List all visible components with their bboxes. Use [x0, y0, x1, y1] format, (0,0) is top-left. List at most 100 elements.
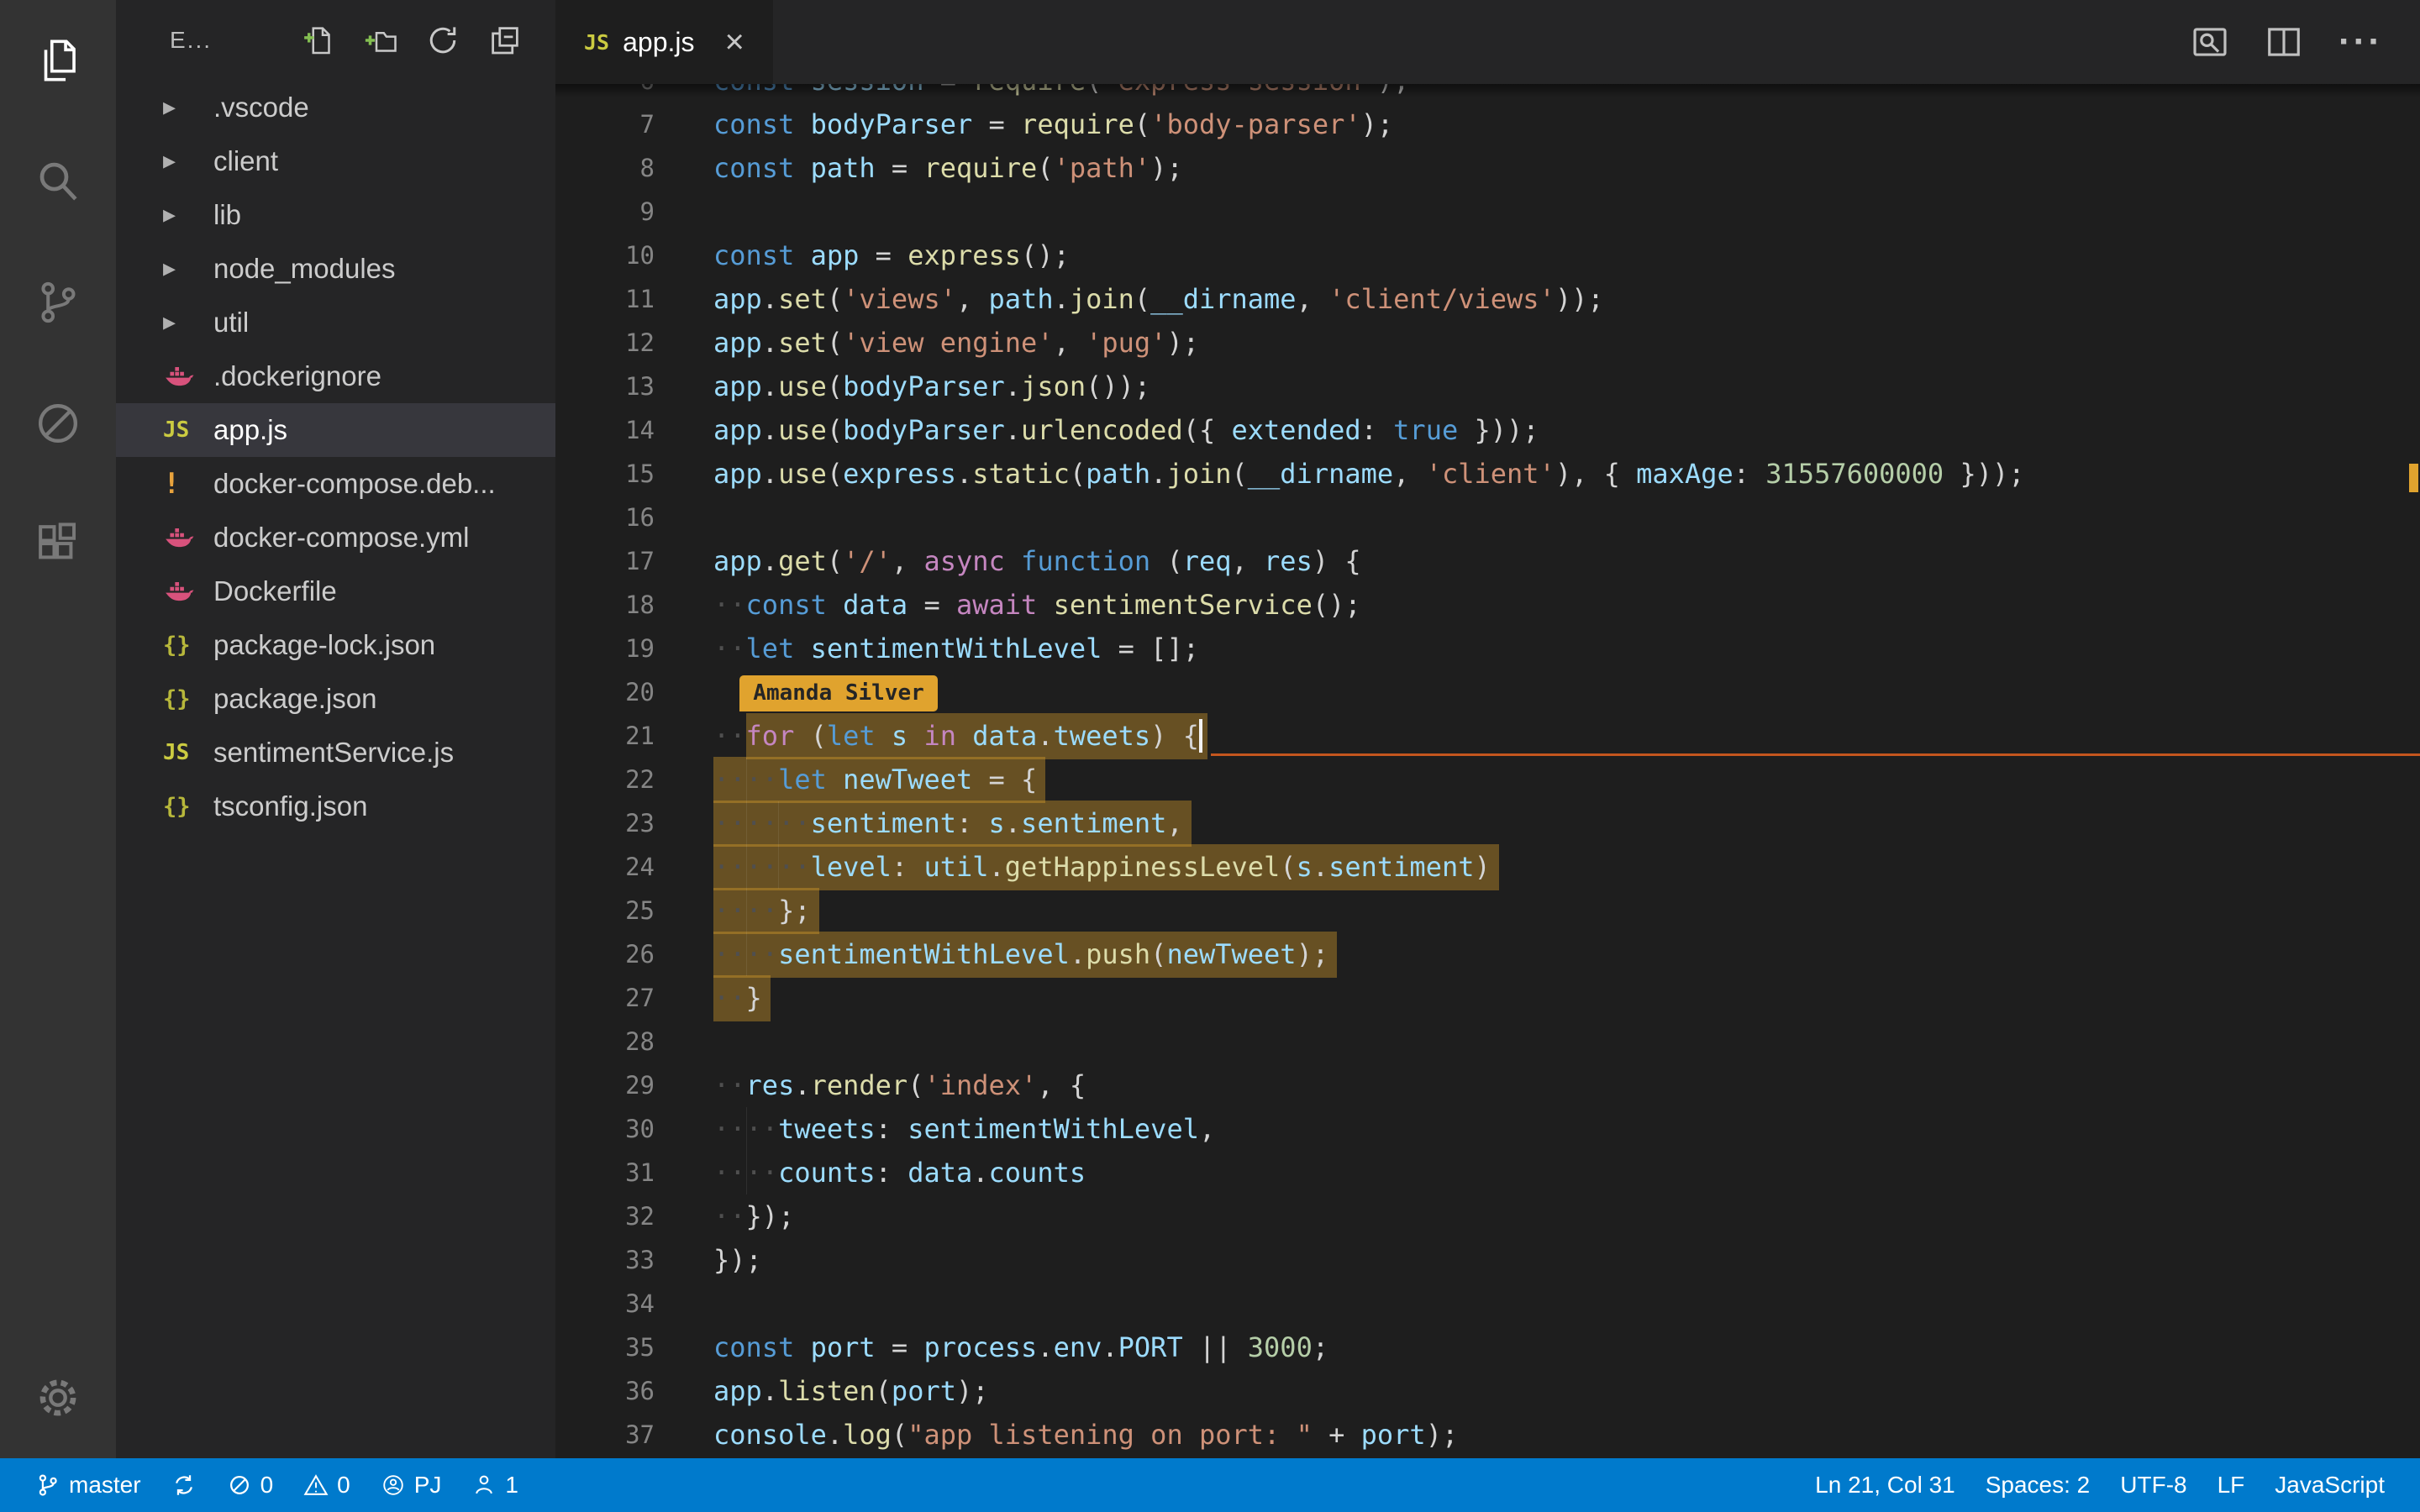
- line-number[interactable]: 9: [555, 190, 655, 234]
- status-warnings[interactable]: 0: [288, 1458, 366, 1512]
- code-token: ) {: [1150, 720, 1199, 752]
- sidebar-header: E...: [116, 0, 555, 81]
- line-number[interactable]: 14: [555, 408, 655, 452]
- activity-bar-item-extensions[interactable]: [0, 484, 116, 605]
- new-folder-icon: [364, 24, 397, 57]
- status-language[interactable]: JavaScript: [2260, 1458, 2400, 1512]
- collapse-folders-button[interactable]: [488, 24, 522, 57]
- line-number[interactable]: 31: [555, 1151, 655, 1194]
- line-number[interactable]: 37: [555, 1413, 655, 1457]
- new-file-button[interactable]: [302, 24, 335, 57]
- tree-item-node_modules[interactable]: ▸node_modules: [116, 242, 555, 296]
- line-number[interactable]: 21: [555, 714, 655, 758]
- more-actions-button[interactable]: ···: [2338, 24, 2383, 60]
- code-token: const: [713, 84, 794, 97]
- status-eol[interactable]: LF: [2202, 1458, 2260, 1512]
- tree-item-client[interactable]: ▸client: [116, 134, 555, 188]
- open-preview-button[interactable]: [2191, 23, 2229, 61]
- cursor-caret: [1199, 719, 1202, 753]
- tree-item-docker-compose.yml[interactable]: docker-compose.yml: [116, 511, 555, 564]
- line-number[interactable]: 29: [555, 1063, 655, 1107]
- tree-item-tsconfig.json[interactable]: {}tsconfig.json: [116, 780, 555, 833]
- line-number[interactable]: 36: [555, 1369, 655, 1413]
- line-number[interactable]: 7: [555, 102, 655, 146]
- line-number[interactable]: 17: [555, 539, 655, 583]
- debug-icon: [34, 399, 82, 448]
- code-line-33: 33});: [555, 1238, 2420, 1282]
- line-number[interactable]: 6: [555, 84, 655, 102]
- code-token: [1037, 589, 1053, 621]
- line-number[interactable]: 28: [555, 1020, 655, 1063]
- code-token: (: [1070, 458, 1086, 490]
- activity-bar-item-search[interactable]: [0, 121, 116, 242]
- tree-item-.dockerignore[interactable]: .dockerignore: [116, 349, 555, 403]
- code-line-22: 22····let newTweet = {: [555, 758, 2420, 801]
- refresh-explorer-button[interactable]: [426, 24, 460, 57]
- line-number[interactable]: 12: [555, 321, 655, 365]
- code-token: [794, 1331, 810, 1363]
- line-number[interactable]: 10: [555, 234, 655, 277]
- line-number[interactable]: 35: [555, 1326, 655, 1369]
- close-tab-icon[interactable]: ×: [725, 25, 744, 59]
- code-token: (: [1150, 938, 1166, 970]
- tree-item-sentimentservice.js[interactable]: JSsentimentService.js: [116, 726, 555, 780]
- status-cursor-position[interactable]: Ln 21, Col 31: [1800, 1458, 1970, 1512]
- line-number[interactable]: 15: [555, 452, 655, 496]
- tree-item-.vscode[interactable]: ▸.vscode: [116, 81, 555, 134]
- status-errors-label: 0: [260, 1472, 274, 1499]
- code-token: ||: [1183, 1331, 1248, 1363]
- line-number[interactable]: 23: [555, 801, 655, 845]
- line-number[interactable]: 32: [555, 1194, 655, 1238]
- status-errors[interactable]: 0: [212, 1458, 289, 1512]
- activity-bar-item-source-control[interactable]: [0, 242, 116, 363]
- status-git-branch[interactable]: master: [20, 1458, 156, 1512]
- participant-icon: [471, 1473, 497, 1498]
- code-token: ··: [713, 633, 746, 664]
- tree-item-label: docker-compose.deb...: [213, 468, 496, 500]
- line-number[interactable]: 34: [555, 1282, 655, 1326]
- status-encoding[interactable]: UTF-8: [2105, 1458, 2202, 1512]
- line-number[interactable]: 26: [555, 932, 655, 976]
- line-number[interactable]: 30: [555, 1107, 655, 1151]
- tree-item-package.json[interactable]: {}package.json: [116, 672, 555, 726]
- line-number[interactable]: 33: [555, 1238, 655, 1282]
- code-token: ,: [956, 283, 989, 315]
- code-token: express: [843, 458, 956, 490]
- tree-item-util[interactable]: ▸util: [116, 296, 555, 349]
- activity-bar-item-debug[interactable]: [0, 363, 116, 484]
- activity-bar-item-settings[interactable]: [0, 1337, 116, 1458]
- status-participants[interactable]: 1: [456, 1458, 534, 1512]
- tree-item-dockerfile[interactable]: Dockerfile: [116, 564, 555, 618]
- line-number[interactable]: 20: [555, 670, 655, 714]
- tree-item-package-lock.json[interactable]: {}package-lock.json: [116, 618, 555, 672]
- code-token: (: [876, 1375, 892, 1407]
- status-sync[interactable]: [156, 1458, 212, 1512]
- tab-app-js[interactable]: JS app.js ×: [555, 0, 773, 84]
- line-number[interactable]: 22: [555, 758, 655, 801]
- code-line-15: 15app.use(express.static(path.join(__dir…: [555, 452, 2420, 496]
- line-number[interactable]: 11: [555, 277, 655, 321]
- code-token: :: [892, 851, 924, 883]
- line-number[interactable]: 25: [555, 889, 655, 932]
- line-number[interactable]: 8: [555, 146, 655, 190]
- status-indentation[interactable]: Spaces: 2: [1970, 1458, 2106, 1512]
- new-folder-button[interactable]: [364, 24, 397, 57]
- line-content: app.get('/', async function (req, res) {: [713, 539, 2420, 583]
- tree-item-docker-compose.deb...[interactable]: !docker-compose.deb...: [116, 457, 555, 511]
- activity-bar-item-explorer[interactable]: [0, 0, 116, 121]
- code-token: ··: [713, 1069, 746, 1101]
- line-number[interactable]: 13: [555, 365, 655, 408]
- line-number[interactable]: 24: [555, 845, 655, 889]
- line-number[interactable]: 18: [555, 583, 655, 627]
- line-number[interactable]: 16: [555, 496, 655, 539]
- code-token: const: [713, 108, 794, 140]
- code-token: .: [762, 327, 778, 359]
- code-editor[interactable]: 6const session = require('express-sessio…: [555, 84, 2420, 1458]
- line-number[interactable]: 27: [555, 976, 655, 1020]
- tree-item-app.js[interactable]: JSapp.js: [116, 403, 555, 457]
- status-live-share[interactable]: PJ: [366, 1458, 457, 1512]
- line-content: [713, 1282, 2420, 1326]
- split-editor-button[interactable]: [2265, 23, 2303, 61]
- line-number[interactable]: 19: [555, 627, 655, 670]
- tree-item-lib[interactable]: ▸lib: [116, 188, 555, 242]
